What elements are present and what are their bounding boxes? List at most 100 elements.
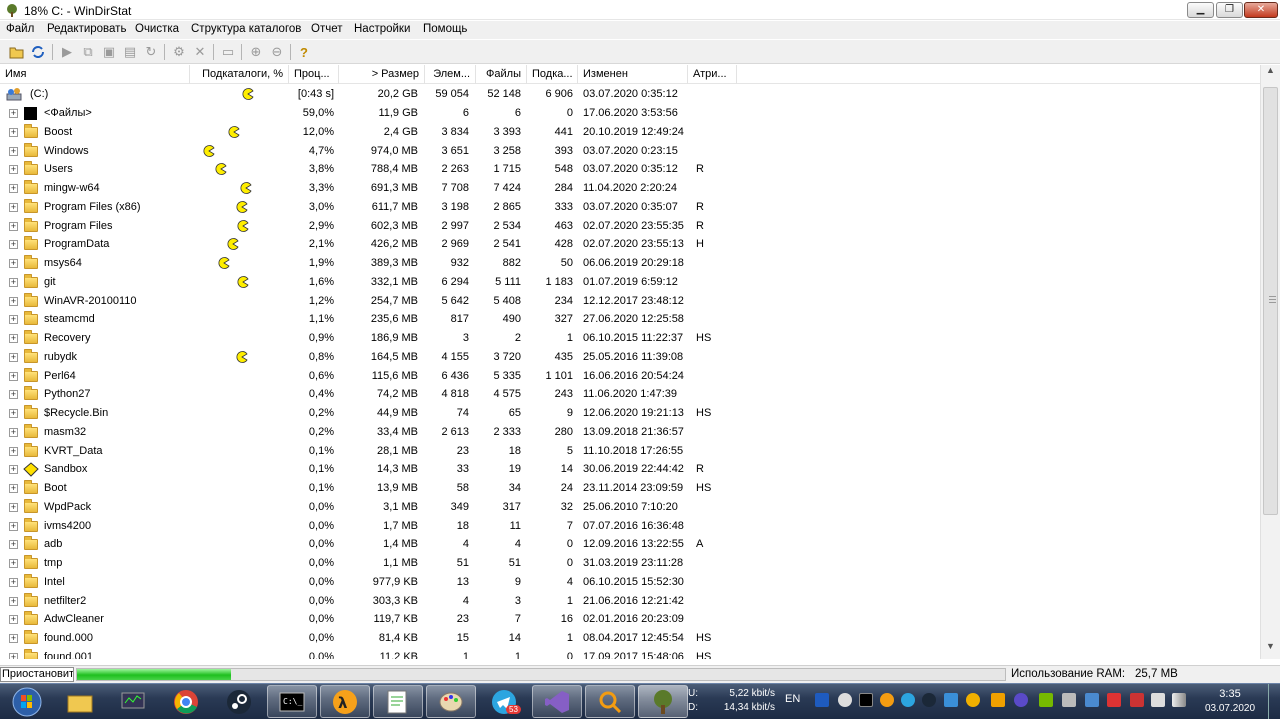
- expand-toggle[interactable]: +: [9, 446, 18, 456]
- expand-toggle[interactable]: +: [9, 596, 18, 606]
- table-row[interactable]: + Users 3,8% 788,4 MB 2 263 1 715 548 03.07.202…: [0, 160, 1260, 179]
- usb-tray-icon[interactable]: [1151, 693, 1165, 707]
- delete-icon[interactable]: ✕: [191, 43, 209, 61]
- menu-file[interactable]: Файл: [6, 23, 34, 35]
- expand-toggle[interactable]: +: [9, 521, 18, 531]
- table-row[interactable]: + WpdPack 0,0% 3,1 MB 349 317 32 25.06.2010 7:1…: [0, 498, 1260, 517]
- taskbar-chrome[interactable]: [161, 685, 211, 718]
- monitor-tray-icon[interactable]: [1085, 693, 1099, 707]
- expand-toggle[interactable]: +: [9, 146, 18, 156]
- expand-toggle[interactable]: +: [9, 559, 18, 568]
- language-indicator[interactable]: EN: [785, 693, 800, 705]
- expand-toggle[interactable]: +: [9, 315, 18, 325]
- table-row[interactable]: + WinAVR-20100110 1,2% 254,7 MB 5 642 5 408 23…: [0, 292, 1260, 311]
- table-row[interactable]: + Boot 0,1% 13,9 MB 58 34 24 23.11.2014 23:09:5…: [0, 479, 1260, 498]
- table-row[interactable]: + tmp 0,0% 1,1 MB 51 51 0 31.03.2019 23:11:28: [0, 554, 1260, 573]
- expand-toggle[interactable]: +: [9, 390, 18, 400]
- column-name[interactable]: Имя: [0, 65, 190, 84]
- table-row[interactable]: + Intel 0,0% 977,9 KB 13 9 4 06.10.2015 15:52:3…: [0, 573, 1260, 592]
- bluetooth-icon[interactable]: [815, 693, 829, 707]
- network-app-tray-icon[interactable]: [944, 693, 958, 707]
- table-row[interactable]: + AdwCleaner 0,0% 119,7 KB 23 7 16 02.01.2016 2…: [0, 610, 1260, 629]
- play-icon[interactable]: ▶: [58, 43, 76, 61]
- menu-tree[interactable]: Структура каталогов: [191, 23, 301, 35]
- cmd-icon[interactable]: ▤: [121, 43, 139, 61]
- column-modified[interactable]: Изменен: [578, 65, 688, 84]
- restore-button[interactable]: ❐: [1216, 2, 1243, 18]
- column-size[interactable]: > Размер: [339, 65, 425, 84]
- expand-toggle[interactable]: +: [9, 165, 18, 175]
- scroll-down-arrow-icon[interactable]: ▼: [1261, 641, 1280, 658]
- zoom-out-icon[interactable]: ⊖: [268, 43, 286, 61]
- scroll-up-arrow-icon[interactable]: ▲: [1261, 65, 1280, 82]
- expand-toggle[interactable]: +: [9, 259, 18, 268]
- table-row[interactable]: + steamcmd 1,1% 235,6 MB 817 490 327 27.06.2020…: [0, 310, 1260, 329]
- flag-tray-icon[interactable]: [1107, 693, 1121, 707]
- table-row[interactable]: + Boost 12,0% 2,4 GB 3 834 3 393 441 20.10.2019…: [0, 123, 1260, 142]
- taskbar-telegram[interactable]: 53: [479, 685, 529, 718]
- expand-toggle[interactable]: +: [9, 352, 18, 362]
- taskbar-notepad-plus[interactable]: [373, 685, 423, 718]
- steam-tray-icon[interactable]: [922, 693, 936, 707]
- expand-toggle[interactable]: +: [9, 240, 18, 250]
- search-tray-icon[interactable]: [880, 693, 894, 707]
- table-row[interactable]: + Program Files (x86) 3,0% 611,7 MB 3 198 2 8…: [0, 198, 1260, 217]
- expand-toggle[interactable]: +: [9, 615, 18, 625]
- expand-toggle[interactable]: +: [9, 409, 18, 418]
- network-signal-icon[interactable]: [1172, 693, 1186, 707]
- taskbar-monitor[interactable]: [108, 685, 158, 718]
- close-button[interactable]: ✕: [1244, 2, 1278, 18]
- column-subdirs-percent[interactable]: Подкаталоги, %: [190, 65, 289, 84]
- taskbar-search-tool[interactable]: [585, 685, 635, 718]
- expand-toggle[interactable]: +: [9, 109, 18, 118]
- vertical-scrollbar[interactable]: ▲ ▼: [1260, 65, 1280, 659]
- table-row[interactable]: + msys64 1,9% 389,3 MB 932 882 50 06.06.2019 20…: [0, 254, 1260, 273]
- minimize-button[interactable]: ▁: [1187, 2, 1214, 18]
- table-row[interactable]: + ProgramData 2,1% 426,2 MB 2 969 2 541 428 02.…: [0, 235, 1260, 254]
- table-row[interactable]: + Windows 4,7% 974,0 MB 3 651 3 258 393 03.07.2…: [0, 142, 1260, 161]
- expand-toggle[interactable]: +: [9, 334, 18, 343]
- expand-toggle[interactable]: +: [9, 484, 18, 493]
- expand-toggle[interactable]: +: [9, 277, 18, 287]
- table-row[interactable]: + ivms4200 0,0% 1,7 MB 18 11 7 07.07.2016 16:36…: [0, 517, 1260, 536]
- column-percent[interactable]: Проц...: [289, 65, 339, 84]
- column-subdirs[interactable]: Подка...: [527, 65, 578, 84]
- expand-toggle[interactable]: +: [9, 221, 18, 231]
- table-row[interactable]: + $Recycle.Bin 0,2% 44,9 MB 74 65 9 12.06.2020 …: [0, 404, 1260, 423]
- scroll-thumb[interactable]: [1263, 87, 1278, 515]
- table-row[interactable]: + found.000 0,0% 81,4 KB 15 14 1 08.04.2017 12:…: [0, 629, 1260, 648]
- menu-edit[interactable]: Редактировать: [47, 23, 126, 35]
- table-row[interactable]: + Python27 0,4% 74,2 MB 4 818 4 575 243 11.06.2…: [0, 385, 1260, 404]
- zoom-in-icon[interactable]: ⊕: [247, 43, 265, 61]
- start-button[interactable]: [2, 685, 52, 718]
- column-files[interactable]: Файлы: [476, 65, 527, 84]
- table-row[interactable]: + adb 0,0% 1,4 MB 4 4 0 12.09.2016 13:22:55 A: [0, 535, 1260, 554]
- show-desktop-button[interactable]: [1268, 684, 1280, 719]
- table-row[interactable]: + mingw-w64 3,3% 691,3 MB 7 708 7 424 284 11.04…: [0, 179, 1260, 198]
- console-tray-icon[interactable]: [859, 693, 873, 707]
- clock-date[interactable]: 03.07.2020: [1200, 703, 1260, 714]
- expand-toggle[interactable]: +: [9, 427, 18, 437]
- clock-time[interactable]: 3:35: [1210, 688, 1250, 700]
- antivirus-tray-icon[interactable]: [1130, 693, 1144, 707]
- table-row[interactable]: + <Файлы> 59,0% 11,9 GB 6 6 0 17.06.2020 3:53:5…: [0, 104, 1260, 123]
- table-row[interactable]: + Sandbox 0,1% 14,3 MB 33 19 14 30.06.2019 22:4…: [0, 460, 1260, 479]
- table-row[interactable]: + Recovery 0,9% 186,9 MB 3 2 1 06.10.2015 11:22…: [0, 329, 1260, 348]
- menu-settings[interactable]: Настройки: [354, 23, 410, 35]
- expand-toggle[interactable]: +: [9, 127, 18, 137]
- table-row[interactable]: + found.001 0,0% 11,2 KB 1 1 0 17.09.2017 15:48…: [0, 648, 1260, 659]
- taskbar-console[interactable]: C:\_: [267, 685, 317, 718]
- taskbar-visual-studio[interactable]: [532, 685, 582, 718]
- taskbar-half-life-2[interactable]: λ: [320, 685, 370, 718]
- directory-list[interactable]: Имя Подкаталоги, % Проц... > Размер Элем…: [0, 65, 1260, 659]
- explorer-icon[interactable]: ▣: [100, 43, 118, 61]
- table-row[interactable]: + Program Files 2,9% 602,3 MB 2 997 2 534 463 0…: [0, 217, 1260, 236]
- expand-toggle[interactable]: +: [9, 577, 18, 587]
- taskbar-windirstat[interactable]: [638, 685, 688, 718]
- new-folder-icon[interactable]: ▭: [219, 43, 237, 61]
- expand-toggle[interactable]: +: [9, 465, 18, 475]
- column-attributes[interactable]: Атри...: [688, 65, 737, 84]
- cloud-icon[interactable]: [838, 693, 852, 707]
- copy-icon[interactable]: ⧉: [79, 43, 97, 61]
- menu-report[interactable]: Отчет: [311, 23, 343, 35]
